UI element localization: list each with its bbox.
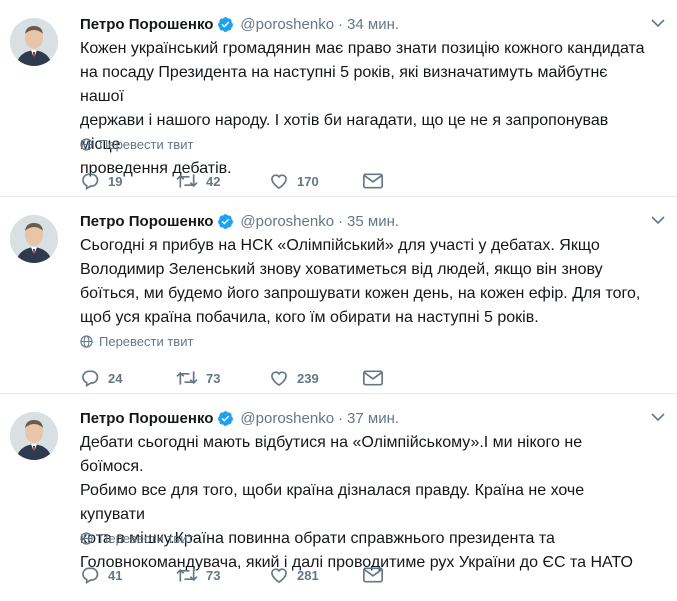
translate-tweet-link[interactable]: Перевести твит	[80, 137, 193, 152]
like-count: 239	[297, 370, 319, 386]
retweet-icon	[176, 568, 198, 582]
globe-icon	[80, 138, 93, 151]
direct-message-icon	[363, 567, 383, 583]
like-button[interactable]: 170	[269, 171, 363, 191]
like-icon	[271, 174, 287, 190]
like-count: 170	[297, 173, 319, 189]
avatar[interactable]	[10, 18, 58, 66]
avatar[interactable]	[10, 215, 58, 263]
timestamp-link[interactable]: 34 мин.	[347, 16, 399, 33]
tweet[interactable]: Петро Порошенко @poroshenko · 35 мин. Сь…	[0, 197, 677, 394]
tweet-feed: Петро Порошенко @poroshenko · 34 мин. Ко…	[0, 0, 677, 601]
separator-dot: ·	[338, 212, 344, 230]
tweet-header: Петро Порошенко @poroshenko · 37 мин.	[80, 407, 667, 429]
separator-dot: ·	[338, 15, 344, 33]
like-count: 281	[297, 567, 319, 583]
tweet-header: Петро Порошенко @poroshenko · 34 мин.	[80, 13, 667, 35]
retweet-button[interactable]: 73	[176, 565, 269, 585]
globe-icon	[80, 335, 93, 348]
like-icon	[271, 371, 287, 387]
reply-count: 41	[108, 567, 123, 583]
tweet-actions: 24 73 239	[80, 366, 393, 390]
tweet-actions: 19 42 170	[80, 169, 393, 193]
translate-label: Перевести твит	[99, 531, 194, 546]
tweet-header: Петро Порошенко @poroshenko · 35 мин.	[80, 210, 667, 232]
author-handle[interactable]: @poroshenko	[240, 410, 334, 427]
direct-message-button[interactable]	[363, 173, 393, 189]
retweet-count: 73	[206, 567, 221, 583]
verified-badge-icon	[218, 213, 234, 229]
translate-tweet-link[interactable]: Перевести твит	[80, 531, 193, 546]
author-name[interactable]: Петро Порошенко	[80, 213, 213, 230]
retweet-count: 42	[206, 173, 221, 189]
author-handle[interactable]: @poroshenko	[240, 16, 334, 33]
timestamp-link[interactable]: 37 мин.	[347, 410, 399, 427]
retweet-icon	[176, 174, 198, 188]
author-name[interactable]: Петро Порошенко	[80, 410, 213, 427]
tweet[interactable]: Петро Порошенко @poroshenko · 34 мин. Ко…	[0, 0, 677, 197]
like-icon	[271, 568, 287, 584]
author-name[interactable]: Петро Порошенко	[80, 16, 213, 33]
chevron-down-icon[interactable]	[651, 213, 665, 227]
verified-badge-icon	[218, 410, 234, 426]
retweet-icon	[176, 371, 198, 385]
reply-count: 24	[108, 370, 123, 386]
chevron-down-icon[interactable]	[651, 16, 665, 30]
direct-message-button[interactable]	[363, 370, 393, 386]
avatar[interactable]	[10, 412, 58, 460]
tweet-text: Сьогодні я прибув на НСК «Олімпійський» …	[80, 237, 641, 326]
chevron-down-icon[interactable]	[651, 410, 665, 424]
reply-icon	[82, 173, 99, 190]
reply-button[interactable]: 41	[80, 565, 176, 585]
translate-label: Перевести твит	[99, 334, 194, 349]
retweet-count: 73	[206, 370, 221, 386]
separator-dot: ·	[338, 409, 344, 427]
author-handle[interactable]: @poroshenko	[240, 213, 334, 230]
translate-tweet-link[interactable]: Перевести твит	[80, 334, 193, 349]
reply-icon	[82, 567, 99, 584]
timestamp-link[interactable]: 35 мин.	[347, 213, 399, 230]
direct-message-icon	[363, 370, 383, 386]
retweet-button[interactable]: 42	[176, 171, 269, 191]
globe-icon	[80, 532, 93, 545]
verified-badge-icon	[218, 16, 234, 32]
reply-count: 19	[108, 173, 123, 189]
like-button[interactable]: 239	[269, 368, 363, 388]
tweet-text: Кожен український громадянин має право з…	[80, 40, 645, 177]
tweet-actions: 41 73 281	[80, 563, 393, 587]
tweet-text: Дебати сьогодні мають відбутися на «Олім…	[80, 434, 633, 571]
direct-message-icon	[363, 173, 383, 189]
retweet-button[interactable]: 73	[176, 368, 269, 388]
direct-message-button[interactable]	[363, 567, 393, 583]
reply-button[interactable]: 24	[80, 368, 176, 388]
like-button[interactable]: 281	[269, 565, 363, 585]
translate-label: Перевести твит	[99, 137, 194, 152]
tweet[interactable]: Петро Порошенко @poroshenko · 37 мин. Де…	[0, 394, 677, 601]
reply-icon	[82, 370, 99, 387]
reply-button[interactable]: 19	[80, 171, 176, 191]
